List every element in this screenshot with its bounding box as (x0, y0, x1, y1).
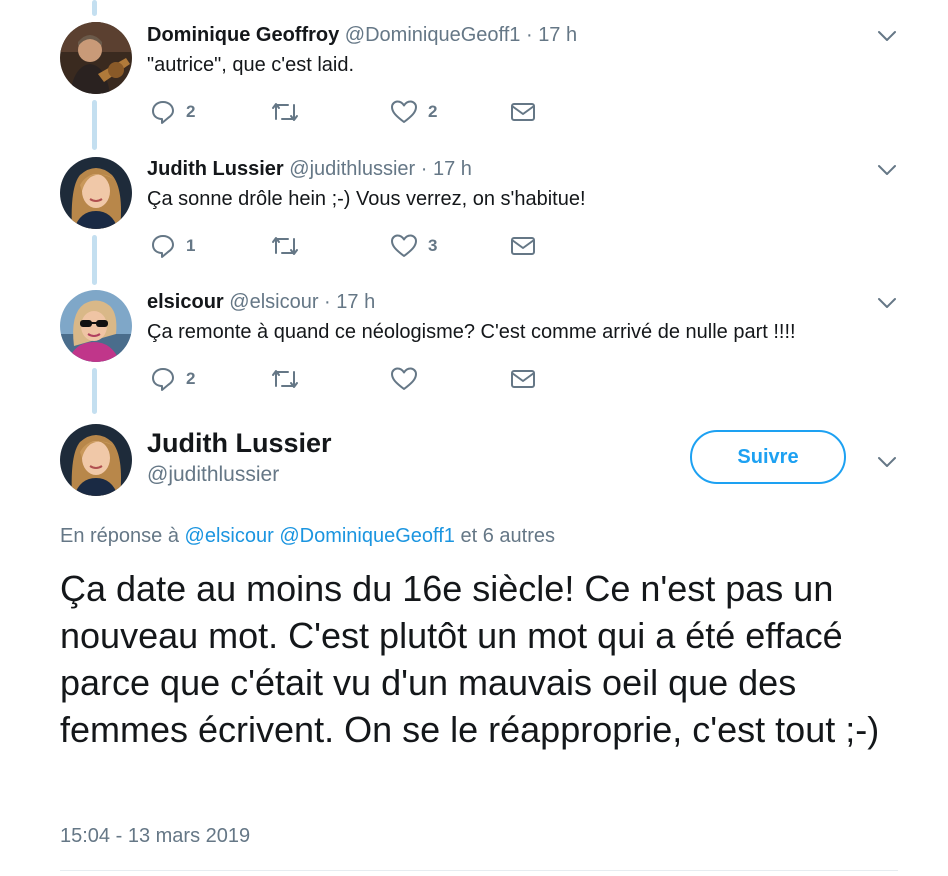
message-button[interactable] (510, 98, 536, 126)
chevron-down-icon[interactable] (876, 292, 898, 314)
tweet-header: Dominique Geoffroy @DominiqueGeoff1 · 17… (147, 23, 577, 47)
replying-to-prefix: En réponse à (60, 525, 179, 547)
reply-icon (152, 368, 174, 391)
reply-icon (152, 235, 174, 258)
tweet-header: Judith Lussier @judithlussier · 17 h (147, 157, 472, 181)
tweet-actions: 2 (150, 365, 570, 393)
reply-count: 1 (186, 236, 196, 255)
tweet-time[interactable]: 17 h (336, 291, 375, 313)
tweet-timestamp[interactable]: 15:04 - 13 mars 2019 (60, 825, 250, 848)
main-author-handle[interactable]: @judithlussier (147, 463, 279, 487)
main-author-name[interactable]: Judith Lussier (147, 428, 332, 459)
main-tweet-text: Ça date au moins du 16e siècle! Ce n'est… (60, 568, 880, 750)
tweet-time[interactable]: 17 h (538, 24, 577, 46)
reply-count: 2 (186, 369, 196, 388)
message-button[interactable] (510, 232, 536, 260)
retweet-button[interactable] (270, 365, 310, 393)
author-handle[interactable]: @elsicour (229, 291, 318, 313)
separator-dot: · (420, 158, 428, 180)
retweet-button[interactable] (270, 232, 310, 260)
author-name[interactable]: Dominique Geoffroy (147, 24, 339, 46)
retweet-icon (272, 103, 298, 121)
author-name[interactable]: elsicour (147, 291, 224, 313)
author-name[interactable]: Judith Lussier (147, 158, 284, 180)
like-icon (391, 367, 417, 390)
tweet-actions: 2 2 (150, 98, 570, 126)
reply-button[interactable]: 2 (150, 365, 195, 393)
tweet-text: Ça remonte à quand ce néologisme? C'est … (147, 321, 796, 343)
reply-button[interactable]: 2 (150, 98, 195, 126)
like-button[interactable]: 3 (390, 232, 437, 260)
separator-dot: · (324, 291, 331, 313)
chevron-down-icon[interactable] (876, 451, 898, 473)
retweet-icon (272, 370, 298, 388)
replying-to: En réponse à @elsicour @DominiqueGeoff1 … (60, 525, 555, 548)
follow-button[interactable]: Suivre (690, 430, 846, 484)
avatar[interactable] (60, 290, 132, 362)
reply-tweet[interactable]: elsicour @elsicour · 17 h Ça remonte à q… (0, 285, 948, 415)
tweet-actions: 1 3 (150, 232, 570, 260)
tweet-text: "autrice", que c'est laid. (147, 54, 355, 76)
main-avatar[interactable] (60, 424, 132, 496)
chevron-down-icon[interactable] (876, 159, 898, 181)
mention-link[interactable]: @DominiqueGeoff1 (279, 525, 455, 547)
avatar[interactable] (60, 157, 132, 229)
author-handle[interactable]: @judithlussier (289, 158, 415, 180)
reply-tweet[interactable]: Dominique Geoffroy @DominiqueGeoff1 · 17… (0, 0, 948, 130)
like-count: 2 (428, 102, 438, 121)
tweet-time[interactable]: 17 h (433, 158, 472, 180)
like-button[interactable]: 2 (390, 98, 437, 126)
like-button[interactable] (390, 365, 428, 393)
tweet-header: elsicour @elsicour · 17 h (147, 290, 375, 314)
tweet-text: Ça sonne drôle hein ;-) Vous verrez, on … (147, 188, 586, 210)
author-handle[interactable]: @DominiqueGeoff1 (345, 24, 521, 46)
reply-count: 2 (186, 102, 196, 121)
message-icon (511, 237, 535, 255)
message-icon (511, 103, 535, 121)
reply-button[interactable]: 1 (150, 232, 195, 260)
divider (60, 870, 898, 871)
like-icon (391, 100, 417, 123)
like-count: 3 (428, 236, 438, 255)
avatar[interactable] (60, 22, 132, 94)
reply-tweet[interactable]: Judith Lussier @judithlussier · 17 h Ça … (0, 150, 948, 285)
replying-to-suffix[interactable]: et 6 autres (460, 525, 555, 547)
like-icon (391, 234, 417, 257)
message-button[interactable] (510, 365, 536, 393)
chevron-down-icon[interactable] (876, 25, 898, 47)
reply-icon (152, 101, 174, 124)
message-icon (511, 370, 535, 388)
mention-link[interactable]: @elsicour (185, 525, 274, 547)
retweet-icon (272, 237, 298, 255)
separator-dot: · (525, 24, 533, 46)
retweet-button[interactable] (270, 98, 310, 126)
